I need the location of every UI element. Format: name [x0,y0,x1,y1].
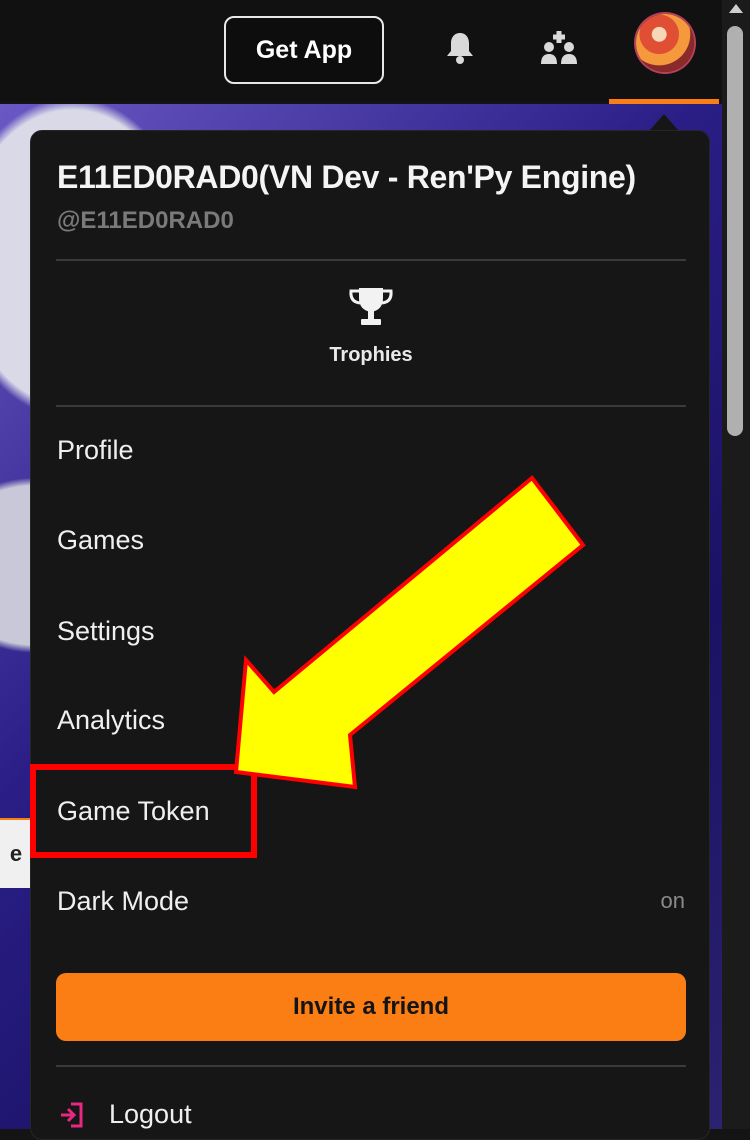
annotation-arrow-icon [233,475,586,790]
